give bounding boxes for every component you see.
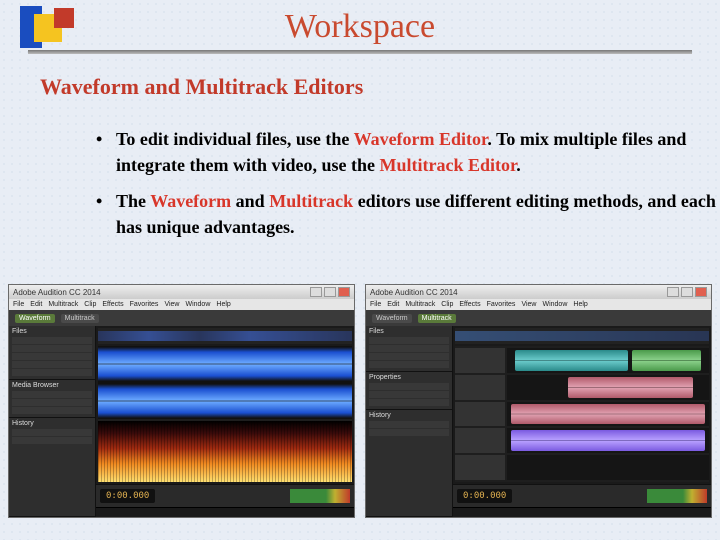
tab-waveform: Waveform bbox=[15, 314, 55, 323]
window-buttons bbox=[310, 287, 350, 297]
screenshot-waveform-editor: Adobe Audition CC 2014 File Edit Multitr… bbox=[8, 284, 355, 518]
transport-bar: 0:00.000 bbox=[453, 484, 711, 507]
menu-bar: File Edit Multitrack Clip Effects Favori… bbox=[9, 299, 354, 310]
slide-subtitle: Waveform and Multitrack Editors bbox=[40, 74, 363, 100]
multitrack-tracks bbox=[455, 346, 709, 482]
panel-media: Media Browser bbox=[12, 382, 92, 389]
level-meter bbox=[647, 489, 707, 503]
panel-history: History bbox=[12, 420, 92, 427]
app-title: Adobe Audition CC 2014 bbox=[13, 288, 101, 297]
transport-bar: 0:00.000 bbox=[96, 484, 354, 507]
panel-files: Files bbox=[369, 328, 449, 335]
menu-bar: File Edit Multitrack Clip Effects Favori… bbox=[366, 299, 711, 310]
waveform-display bbox=[98, 346, 352, 419]
window-titlebar: Adobe Audition CC 2014 bbox=[9, 285, 354, 299]
app-title: Adobe Audition CC 2014 bbox=[370, 288, 458, 297]
side-panel: Files Media Browser History bbox=[9, 326, 96, 517]
mode-toolbar: Waveform Multitrack bbox=[9, 310, 354, 326]
bullet-2: The Waveform and Multitrack editors use … bbox=[96, 188, 716, 240]
bullet-list: To edit individual files, use the Wavefo… bbox=[56, 126, 716, 250]
tab-multitrack: Multitrack bbox=[418, 314, 456, 323]
side-panel: Files Properties History bbox=[366, 326, 453, 517]
slide-title: Workspace bbox=[0, 8, 720, 46]
timecode: 0:00.000 bbox=[457, 489, 512, 503]
bullet-1: To edit individual files, use the Wavefo… bbox=[96, 126, 716, 178]
screenshot-multitrack-editor: Adobe Audition CC 2014 File Edit Multitr… bbox=[365, 284, 712, 518]
overview-strip bbox=[455, 328, 709, 344]
title-rule bbox=[28, 50, 692, 54]
tab-waveform: Waveform bbox=[372, 314, 412, 323]
level-meter bbox=[290, 489, 350, 503]
mode-toolbar: Waveform Multitrack bbox=[366, 310, 711, 326]
window-buttons bbox=[667, 287, 707, 297]
timecode: 0:00.000 bbox=[100, 489, 155, 503]
tab-multitrack: Multitrack bbox=[61, 314, 99, 323]
spectral-display bbox=[98, 421, 352, 482]
panel-history: History bbox=[369, 412, 449, 419]
panel-properties: Properties bbox=[369, 374, 449, 381]
panel-files: Files bbox=[12, 328, 92, 335]
overview-strip bbox=[98, 328, 352, 344]
screenshots-row: Adobe Audition CC 2014 File Edit Multitr… bbox=[8, 284, 712, 518]
window-titlebar: Adobe Audition CC 2014 bbox=[366, 285, 711, 299]
